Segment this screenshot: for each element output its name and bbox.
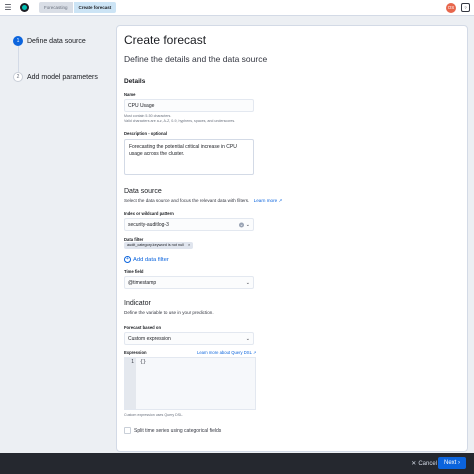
forecast-based-on-value: Custom expression bbox=[128, 335, 171, 342]
step-add-model-parameters[interactable]: 2 Add model parameters bbox=[13, 72, 113, 82]
breadcrumb-forecasting[interactable]: Forecasting bbox=[39, 2, 73, 13]
forecast-based-on-label: Forecast based on bbox=[124, 325, 162, 330]
categorical-checkbox-label: Split time series using categorical fiel… bbox=[134, 427, 222, 434]
next-button[interactable]: Next › bbox=[438, 457, 466, 469]
clear-icon[interactable]: × bbox=[239, 222, 244, 227]
expression-editor[interactable]: 1 {} bbox=[124, 357, 256, 410]
external-link-icon: ↗ bbox=[278, 198, 283, 203]
breadcrumb: Forecasting Create forecast bbox=[39, 2, 117, 13]
cancel-label: Cancel bbox=[418, 460, 437, 467]
learn-more-link[interactable]: Learn more bbox=[254, 198, 278, 203]
line-number: 1 bbox=[125, 358, 136, 409]
data-source-description: Select the data source and focus the rel… bbox=[124, 198, 283, 203]
name-input[interactable]: CPU Usage bbox=[124, 99, 254, 112]
step-connector bbox=[18, 46, 19, 72]
chevron-down-icon[interactable]: ⌄ bbox=[246, 222, 250, 228]
time-field-select[interactable]: @timestamp ⌄ bbox=[124, 276, 254, 289]
data-source-heading: Data source bbox=[124, 188, 162, 195]
page-title: Create forecast bbox=[124, 33, 207, 47]
expression-help: Custom expression uses Query DSL. bbox=[124, 413, 184, 417]
user-avatar[interactable]: OS bbox=[446, 3, 456, 13]
time-field-value: @timestamp bbox=[128, 279, 157, 286]
name-help-2: Valid characters are a-z, A-Z, 0-9, hyph… bbox=[124, 119, 236, 123]
help-icon[interactable]: ? bbox=[461, 3, 470, 12]
breadcrumb-create-forecast: Create forecast bbox=[73, 2, 117, 13]
filter-pill[interactable]: audit_category.keyword is not null × bbox=[124, 242, 194, 249]
top-navigation-bar: ☰ Forecasting Create forecast OS ? bbox=[0, 0, 474, 16]
description-label: Description - optional bbox=[124, 131, 168, 136]
index-combobox[interactable]: security-auditlog-3 × ⌄ bbox=[124, 218, 254, 231]
remove-filter-icon[interactable]: × bbox=[188, 243, 190, 247]
chevron-down-icon: ⌄ bbox=[245, 335, 250, 342]
index-label: Index or wildcard pattern bbox=[124, 211, 174, 216]
indicator-heading: Indicator bbox=[124, 300, 151, 307]
forecast-based-on-select[interactable]: Custom expression ⌄ bbox=[124, 332, 254, 345]
expression-code: {} bbox=[140, 359, 147, 365]
description-textarea[interactable]: Forecasting the potential critical incre… bbox=[124, 139, 254, 175]
plus-icon: + bbox=[124, 256, 131, 263]
name-label: Name bbox=[124, 92, 136, 97]
add-data-filter-label: Add data filter bbox=[133, 256, 169, 263]
page-subtitle: Define the details and the data source bbox=[124, 54, 268, 64]
arrow-right-icon: › bbox=[458, 460, 460, 466]
time-field-label: Time field bbox=[124, 269, 144, 274]
details-heading: Details bbox=[124, 78, 146, 85]
indicator-description: Define the variable to use in your predi… bbox=[124, 310, 214, 315]
query-dsl-link[interactable]: Learn more about Query DSL ↗ bbox=[197, 350, 256, 355]
step-label-1: Define data source bbox=[27, 37, 86, 45]
filter-pill-text: audit_category.keyword is not null bbox=[127, 243, 184, 247]
bottom-action-bar: ✕ Cancel Next › bbox=[0, 453, 474, 474]
index-value: security-auditlog-3 bbox=[128, 221, 169, 228]
steps-navigation: 1 Define data source 2 Add model paramet… bbox=[13, 36, 113, 82]
step-define-data-source[interactable]: 1 Define data source bbox=[13, 36, 113, 46]
categorical-checkbox[interactable] bbox=[124, 427, 131, 434]
categorical-checkbox-row[interactable]: Split time series using categorical fiel… bbox=[124, 427, 221, 434]
cancel-button[interactable]: ✕ Cancel bbox=[411, 460, 437, 468]
create-forecast-panel: Create forecast Define the details and t… bbox=[116, 25, 468, 452]
step-label-2: Add model parameters bbox=[27, 73, 98, 81]
next-label: Next bbox=[443, 460, 457, 466]
step-number-1: 1 bbox=[13, 36, 23, 46]
expression-label: Expression bbox=[124, 350, 147, 355]
chevron-down-icon: ⌄ bbox=[245, 279, 250, 286]
close-icon: ✕ bbox=[411, 461, 417, 467]
hamburger-icon[interactable]: ☰ bbox=[3, 0, 13, 15]
app-logo[interactable] bbox=[20, 3, 29, 12]
name-input-value: CPU Usage bbox=[128, 102, 155, 109]
add-data-filter-button[interactable]: + Add data filter bbox=[124, 256, 169, 263]
name-help-1: Must contain 5-50 characters. bbox=[124, 114, 172, 118]
step-number-2: 2 bbox=[13, 72, 23, 82]
